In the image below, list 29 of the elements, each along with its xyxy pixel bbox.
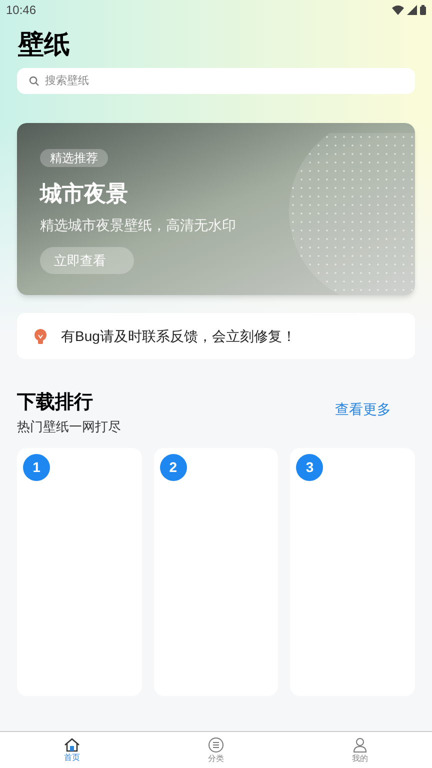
wallpaper-card[interactable]: 1: [17, 448, 142, 696]
view-more-link[interactable]: 查看更多: [335, 399, 391, 420]
rank-badge: 2: [160, 454, 187, 481]
list-circle-icon: [208, 736, 224, 752]
battery-icon: [420, 5, 426, 15]
section-subtitle: 热门壁纸一网打尽: [17, 418, 121, 436]
wifi-icon: [392, 5, 404, 15]
home-icon: [64, 738, 80, 752]
person-icon: [352, 736, 368, 752]
page-title: 壁纸: [18, 28, 70, 61]
nav-tab[interactable]: 我的: [288, 732, 432, 768]
section-title: 下载排行: [17, 391, 93, 415]
rank-badge: 3: [296, 454, 324, 481]
view-now-button[interactable]: 立即查看: [40, 247, 134, 274]
status-time: 10:46: [6, 2, 36, 19]
wallpaper-card[interactable]: 3: [290, 448, 415, 696]
tag-label: 精选推荐: [40, 149, 108, 167]
banner-title: 城市夜景: [40, 180, 128, 208]
lightbulb-icon: [34, 328, 47, 344]
search-icon: [29, 76, 39, 86]
wallpaper-card[interactable]: 2: [154, 448, 278, 696]
banner-subtitle: 精选城市夜景壁纸，高清无水印: [40, 216, 236, 235]
nav-tab[interactable]: 首页: [0, 732, 144, 768]
featured-banner[interactable]: 精选推荐 城市夜景 精选城市夜景壁纸，高清无水印 立即查看: [17, 123, 415, 295]
notice-text: 有Bug请及时联系反馈，会立刻修复！: [61, 326, 296, 346]
signal-icon: [407, 5, 417, 15]
nav-tab[interactable]: 分类: [144, 732, 288, 768]
rank-badge: 1: [23, 454, 50, 481]
search-field[interactable]: 搜索壁纸: [17, 68, 415, 94]
